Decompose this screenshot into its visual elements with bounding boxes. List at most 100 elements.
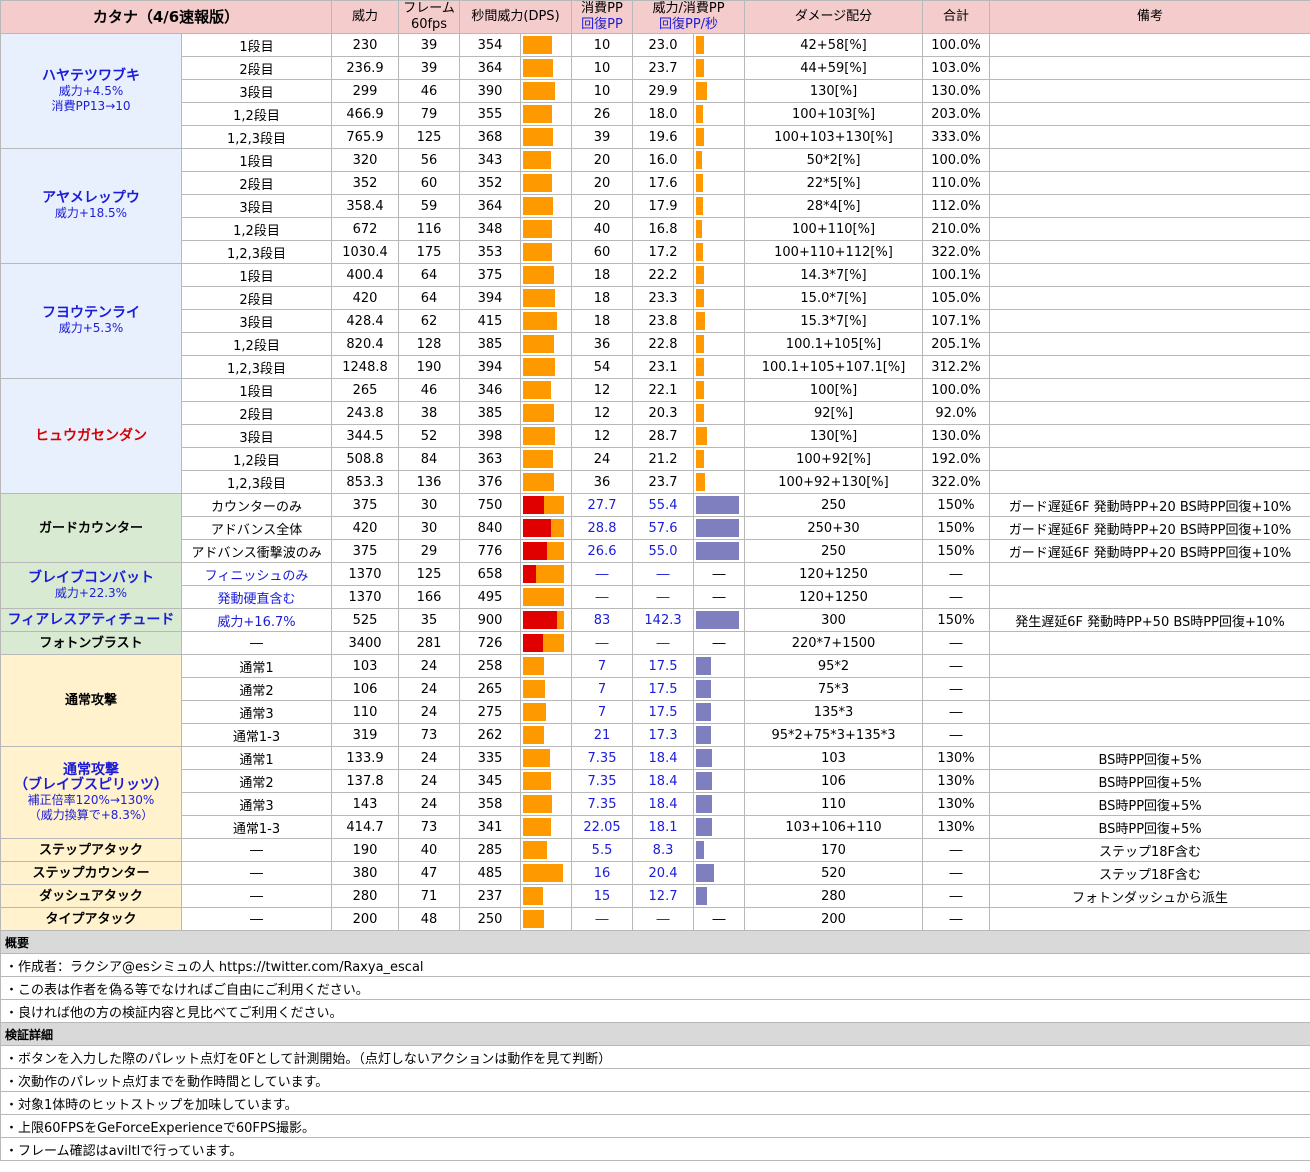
summary-title: 概要 — [0, 930, 1310, 954]
cell-total: 100.0% — [922, 378, 991, 402]
cell-dmg: 100+92+130[%] — [744, 470, 924, 494]
dps-bar — [523, 36, 553, 54]
cell-frame: 52 — [398, 424, 461, 448]
cell-pp: 5.5 — [571, 838, 634, 862]
dps-bar — [523, 197, 554, 215]
cell-pp: 12 — [571, 401, 634, 425]
cell-dps: 355 — [459, 102, 522, 126]
cell-ratio: 57.6 — [632, 516, 695, 540]
cell-pp: 26.6 — [571, 539, 634, 563]
cell-dmg: 170 — [744, 838, 924, 862]
dps-bar — [523, 59, 554, 77]
cell-dps: 358 — [459, 792, 522, 816]
ratio-bar — [696, 151, 703, 169]
cell-total: 130% — [922, 815, 991, 839]
ratio-bar-cell — [693, 516, 746, 540]
table-row: ハヤテツワブキ 威力+4.5% 消費PP13→10 1段目 230 39 354 10 23.0… — [0, 33, 1310, 149]
cell-frame: 175 — [398, 240, 461, 264]
dps-bar — [523, 887, 544, 905]
table-row: フィアレスアティチュード 威力+16.7% 525 35 900 83 142.3 300 15… — [0, 608, 1310, 632]
details-line: ・上限60FPSをGeForceExperienceで60FPS撮影。 — [0, 1114, 1310, 1138]
cell-note — [989, 631, 1310, 655]
cell-note: ステップ18F含む — [989, 838, 1310, 862]
cell-pp: 7.35 — [571, 792, 634, 816]
cell-ratio: 29.9 — [632, 79, 695, 103]
dps-bar — [523, 243, 553, 261]
ratio-bar — [696, 611, 740, 629]
table-row: 3段目 299 46 390 10 29.9 130[%] 130.0% — [1, 79, 1310, 103]
cell-power: 133.9 — [331, 746, 400, 770]
cell-frame: 46 — [398, 79, 461, 103]
ratio-bar-cell — [693, 539, 746, 563]
cell-power: 319 — [331, 723, 400, 747]
cell-dmg: 100+110[%] — [744, 217, 924, 241]
cell-note — [989, 378, 1310, 402]
ratio-bar-cell — [693, 654, 746, 678]
ratio-bar-cell — [693, 470, 746, 494]
skill-sub: 威力+22.3% — [54, 585, 128, 600]
cell-dmg: 44+59[%] — [744, 56, 924, 80]
cell-dmg: 100.1+105+107.1[%] — [744, 355, 924, 379]
cell-dps: 250 — [459, 907, 522, 931]
cell-power: 1248.8 — [331, 355, 400, 379]
table-row: ヒュウガセンダン 1段目 265 46 346 12 22.1 100[%] 100.0% — [0, 378, 1310, 494]
table-row: 3段目 358.4 59 364 20 17.9 28*4[%] 112.0% — [1, 194, 1310, 218]
dps-bar — [523, 910, 545, 928]
dps-bar-cell — [520, 608, 573, 632]
cell-power: 143 — [331, 792, 400, 816]
cell-power: 414.7 — [331, 815, 400, 839]
cell-note — [989, 585, 1310, 609]
step-label: 通常1 — [180, 746, 333, 770]
cell-dmg: 135*3 — [744, 700, 924, 724]
katana-table: カタナ（4/6速報版） 威力 フレーム 60fps 秒間威力(DPS) 消費PP 回… — [0, 0, 1310, 1161]
dps-bar-cell — [520, 263, 573, 287]
cell-pp: 54 — [571, 355, 634, 379]
ratio-bar — [696, 36, 705, 54]
ratio-bar-cell — [693, 56, 746, 80]
cell-dps: 398 — [459, 424, 522, 448]
ratio-bar-cell — [693, 815, 746, 839]
cell-pp: ― — [571, 631, 634, 655]
step-label: 1,2,3段目 — [180, 470, 333, 494]
dps-bar-cell — [520, 102, 573, 126]
cell-dmg: 100.1+105[%] — [744, 332, 924, 356]
cell-total: 100.0% — [922, 148, 991, 172]
table-row: 1,2,3段目 1030.4 175 353 60 17.2 100+110+112[%] 3… — [1, 240, 1310, 264]
cell-note: BS時PP回復+5% — [989, 815, 1310, 839]
cell-dmg: 103 — [744, 746, 924, 770]
skill-name-cell: ハヤテツワブキ 威力+4.5% 消費PP13→10 — [0, 33, 182, 149]
cell-dmg: 130[%] — [744, 79, 924, 103]
skill-name: フヨウテンライ — [42, 305, 140, 321]
cell-pp: 18 — [571, 309, 634, 333]
cell-power: 420 — [331, 516, 400, 540]
dps-bar-cell — [520, 309, 573, 333]
cell-frame: 190 — [398, 355, 461, 379]
cell-power: 243.8 — [331, 401, 400, 425]
cell-note — [989, 700, 1310, 724]
ratio-bar-cell: ― — [693, 585, 746, 609]
step-label: ― — [180, 838, 333, 862]
cell-dps: 776 — [459, 539, 522, 563]
cell-total: 312.2% — [922, 355, 991, 379]
step-label: ― — [180, 861, 333, 885]
cell-power: 190 — [331, 838, 400, 862]
dps-bar-red — [523, 496, 545, 514]
table-row: ステップカウンター ― 380 47 485 16 20.4 520 ― ステップ18F含む — [0, 861, 1310, 885]
skill-sub: （威力換算で+8.3%） — [28, 807, 154, 822]
skill-name: タイプアタック — [45, 911, 137, 927]
cell-frame: 40 — [398, 838, 461, 862]
dps-bar — [523, 289, 556, 307]
ratio-bar-cell: ― — [693, 562, 746, 586]
dps-bar-cell — [520, 677, 573, 701]
cell-ratio: ― — [632, 562, 695, 586]
dps-bar-cell — [520, 171, 573, 195]
dps-bar — [523, 404, 555, 422]
skill-name-cell: ガードカウンター — [0, 493, 182, 563]
skill-name: ハヤテツワブキ — [42, 67, 140, 84]
col-power: 威力 — [331, 0, 400, 34]
ratio-bar — [696, 703, 712, 721]
cell-dps: 341 — [459, 815, 522, 839]
table-row: 通常1-3 319 73 262 21 17.3 95*2+75*3+135*3 ― — [1, 723, 1310, 747]
table-row: 通常攻撃 （ブレイブスピリッツ） 補正倍率120%→130% （威力換算で+8.3%）… — [0, 746, 1310, 839]
table-row: 1,2段目 820.4 128 385 36 22.8 100.1+105[%] 205.1% — [1, 332, 1310, 356]
